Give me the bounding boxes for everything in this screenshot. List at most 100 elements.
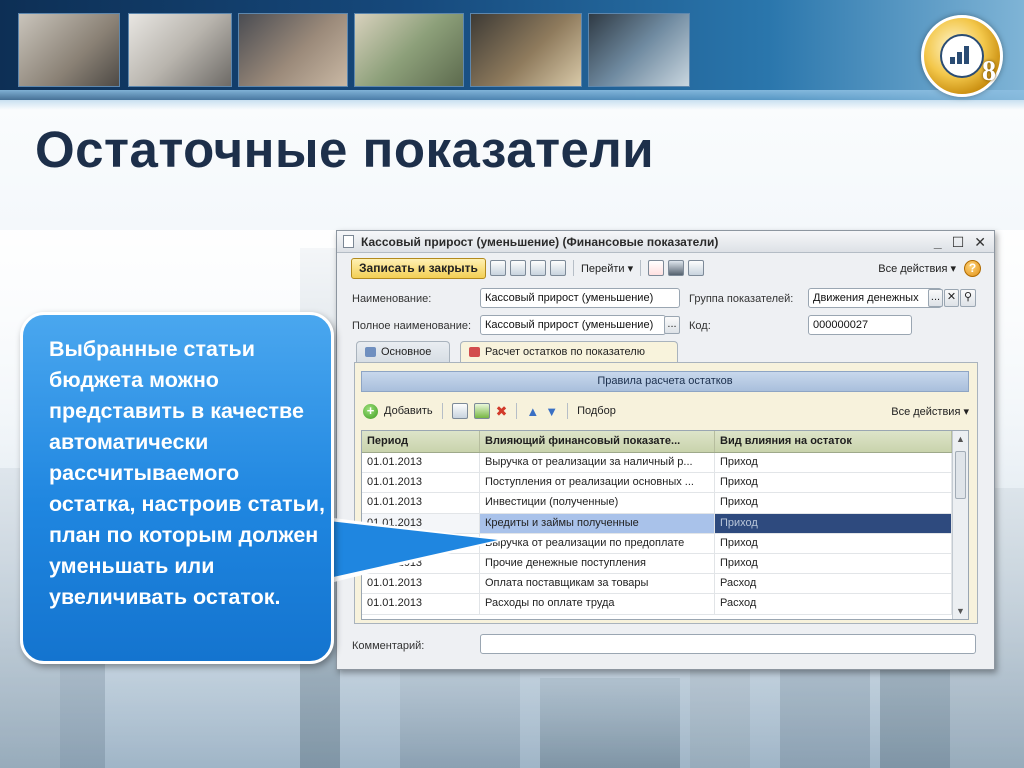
photo-presentation	[128, 13, 232, 87]
scroll-up-icon[interactable]: ▲	[954, 432, 967, 446]
rules-header: Правила расчета остатков	[361, 371, 969, 392]
code-label: Код:	[689, 320, 711, 332]
table-row[interactable]: 01.01.2013 Выручка от реализации за нали…	[362, 453, 968, 474]
toolbar-separator	[516, 403, 518, 419]
table-row[interactable]: 01.01.2013 Поступления от реализации осн…	[362, 473, 968, 494]
copy-icon[interactable]	[509, 260, 526, 276]
photo-handshake	[238, 13, 348, 87]
debit-credit-icon[interactable]	[648, 260, 665, 276]
save-icon[interactable]	[489, 260, 506, 276]
goto-menu[interactable]: Перейти ▾	[581, 262, 633, 275]
rules-toolbar: + Добавить ✖ ▲ ▼ Подбор Все действия ▾	[363, 401, 969, 421]
cell-effect: Приход	[715, 473, 952, 493]
full-name-label: Полное наименование:	[352, 320, 472, 332]
cell-period: 01.01.2013	[362, 473, 480, 493]
photo-money	[354, 13, 464, 87]
tab-main-icon	[365, 347, 376, 357]
group-clear-button[interactable]: ✕	[944, 289, 959, 307]
minimize-button[interactable]: _	[934, 234, 942, 251]
slide-title: Остаточные показатели	[35, 121, 655, 178]
cell-period: 01.01.2013	[362, 493, 480, 513]
document-icon	[343, 235, 354, 248]
group-input[interactable]: Движения денежных	[808, 288, 942, 308]
cell-effect: Приход	[715, 513, 952, 533]
cell-indicator: Кредиты и займы полученные	[480, 513, 715, 533]
form-toolbar: Записать и закрыть Перейти ▾ Все действи…	[351, 257, 981, 279]
code-input[interactable]: 000000027	[808, 315, 912, 335]
table-row[interactable]: 01.01.2013 Расходы по оплате труда Расхо…	[362, 594, 968, 615]
cell-indicator: Выручка от реализации за наличный р...	[480, 453, 715, 473]
cell-indicator: Расходы по оплате труда	[480, 594, 715, 614]
cell-indicator: Оплата поставщикам за товары	[480, 574, 715, 594]
cell-effect: Расход	[715, 594, 952, 614]
edit-icon[interactable]	[473, 403, 490, 419]
toolbar-separator	[640, 260, 642, 276]
copy-row-icon[interactable]	[451, 403, 468, 419]
group-select-button[interactable]: ...	[928, 289, 943, 307]
callout-pointer	[320, 520, 498, 580]
add-button[interactable]: Добавить	[384, 405, 433, 417]
cell-indicator: Поступления от реализации основных ...	[480, 473, 715, 493]
toolbar-separator	[572, 260, 574, 276]
cell-effect: Приход	[715, 533, 952, 553]
cell-indicator: Выручка от реализации по предоплате	[480, 533, 715, 553]
rules-all-actions-menu[interactable]: Все действия ▾	[891, 405, 969, 418]
select-button[interactable]: Подбор	[577, 405, 616, 417]
tab-balance-calculation[interactable]: Расчет остатков по показателю	[460, 341, 678, 363]
full-name-select-button[interactable]: ...	[664, 316, 680, 334]
close-button[interactable]: ✕	[974, 234, 986, 251]
table-row[interactable]: 01.01.2013 Инвестиции (полученные) Прихо…	[362, 493, 968, 514]
tab-balance-label: Расчет остатков по показателю	[485, 346, 645, 358]
column-header-effect[interactable]: Вид влияния на остаток	[715, 431, 952, 452]
cell-effect: Приход	[715, 453, 952, 473]
photo-documents	[18, 13, 120, 87]
save-close-button[interactable]: Записать и закрыть	[351, 257, 486, 279]
refresh-icon[interactable]	[529, 260, 546, 276]
move-down-icon[interactable]: ▼	[545, 404, 558, 419]
cell-effect: Расход	[715, 574, 952, 594]
report-icon[interactable]	[668, 260, 685, 276]
tab-main-label: Основное	[381, 346, 432, 358]
maximize-button[interactable]: ☐	[952, 234, 965, 251]
photo-signing	[470, 13, 582, 87]
cell-period: 01.01.2013	[362, 594, 480, 614]
help-icon[interactable]: ?	[964, 259, 981, 277]
logo-chart-icon	[950, 44, 974, 64]
cell-effect: Приход	[715, 553, 952, 574]
header-fade	[0, 90, 1024, 110]
cell-effect: Приход	[715, 493, 952, 513]
table-scrollbar[interactable]: ▲ ▼	[952, 431, 968, 619]
tab-main[interactable]: Основное	[356, 341, 450, 363]
comment-label: Комментарий:	[352, 640, 425, 652]
cell-indicator: Инвестиции (полученные)	[480, 493, 715, 513]
logo-number: 8	[982, 56, 996, 87]
all-actions-menu[interactable]: Все действия ▾	[878, 262, 956, 275]
delete-icon[interactable]: ✖	[496, 403, 508, 420]
group-search-icon[interactable]: ⚲	[960, 289, 976, 307]
window-titlebar: Кассовый прирост (уменьшение) (Финансовы…	[337, 231, 994, 253]
name-input[interactable]: Кассовый прирост (уменьшение)	[480, 288, 680, 308]
group-label: Группа показателей:	[689, 293, 794, 305]
structure-icon[interactable]	[688, 260, 705, 276]
column-header-indicator[interactable]: Влияющий финансовый показате...	[480, 431, 715, 452]
print-icon[interactable]	[549, 260, 566, 276]
callout-text: Выбранные статьи бюджета можно представи…	[49, 337, 325, 609]
comment-input[interactable]	[480, 634, 976, 654]
photo-laptop-chart	[588, 13, 690, 87]
cell-indicator: Прочие денежные поступления	[480, 553, 715, 574]
product-logo: 8	[921, 15, 1003, 97]
tab-balance-icon	[469, 347, 480, 357]
callout-box: Выбранные статьи бюджета можно представи…	[20, 312, 334, 664]
name-label: Наименование:	[352, 293, 432, 305]
window-title: Кассовый прирост (уменьшение) (Финансовы…	[361, 235, 719, 249]
cell-period: 01.01.2013	[362, 453, 480, 473]
add-icon[interactable]: +	[363, 403, 378, 419]
toolbar-separator	[441, 403, 443, 419]
scrollbar-thumb[interactable]	[955, 451, 966, 499]
move-up-icon[interactable]: ▲	[526, 404, 539, 419]
table-header: Период Влияющий финансовый показате... В…	[362, 431, 968, 453]
full-name-input[interactable]: Кассовый прирост (уменьшение)	[480, 315, 666, 335]
toolbar-separator	[567, 403, 569, 419]
column-header-period[interactable]: Период	[362, 431, 480, 452]
scroll-down-icon[interactable]: ▼	[954, 604, 967, 618]
